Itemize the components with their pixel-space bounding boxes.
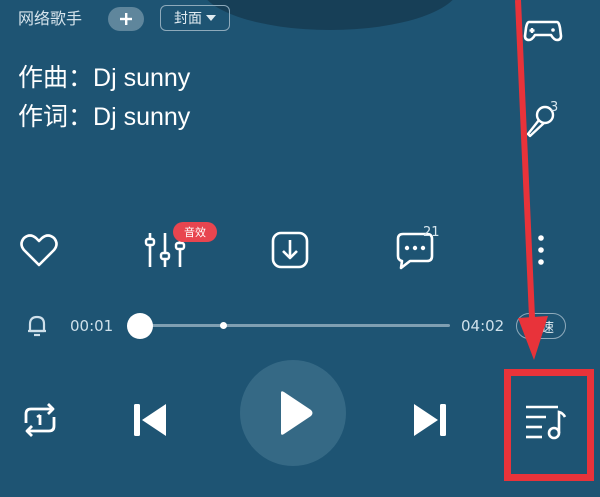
composer-line: 作曲：Dj sunny bbox=[18, 62, 190, 94]
heart-icon bbox=[20, 234, 58, 267]
lyricist-name: Dj sunny bbox=[93, 103, 191, 131]
repeat-mode-button[interactable] bbox=[10, 390, 70, 450]
comment-count: 21 bbox=[423, 225, 440, 240]
album-artwork[interactable] bbox=[200, 0, 460, 30]
next-track-button[interactable] bbox=[400, 390, 460, 450]
annotation-highlight-box bbox=[504, 369, 594, 481]
download-icon bbox=[271, 231, 309, 269]
like-button[interactable] bbox=[14, 225, 64, 275]
skip-next-icon bbox=[414, 404, 446, 436]
annotation-arrow bbox=[515, 0, 548, 360]
play-button[interactable] bbox=[240, 360, 346, 466]
composer-label: 作曲： bbox=[18, 64, 94, 92]
highlight-marker[interactable] bbox=[220, 322, 227, 329]
download-button[interactable] bbox=[265, 225, 315, 275]
lyricist-label: 作词： bbox=[18, 103, 94, 131]
progress-track[interactable] bbox=[128, 324, 450, 327]
current-time: 00:01 bbox=[70, 317, 114, 335]
sleep-timer-button[interactable] bbox=[22, 310, 52, 340]
repeat-one-icon bbox=[24, 403, 56, 437]
play-icon bbox=[281, 391, 313, 435]
previous-track-button[interactable] bbox=[120, 390, 180, 450]
cover-toggle-button[interactable]: 封面 bbox=[160, 5, 230, 31]
bell-icon bbox=[28, 315, 46, 337]
singer-name[interactable]: 网络歌手 bbox=[18, 9, 82, 29]
lyricist-line: 作词：Dj sunny bbox=[18, 101, 190, 133]
cover-label: 封面 bbox=[174, 11, 202, 27]
total-time: 04:02 bbox=[461, 317, 505, 335]
skip-previous-icon bbox=[134, 404, 166, 436]
follow-singer-button[interactable] bbox=[108, 7, 144, 31]
composer-name: Dj sunny bbox=[93, 64, 191, 92]
effect-badge: 音效 bbox=[173, 222, 217, 242]
caret-down-icon bbox=[206, 15, 216, 21]
progress-thumb[interactable] bbox=[127, 313, 154, 339]
plus-icon bbox=[120, 13, 132, 25]
